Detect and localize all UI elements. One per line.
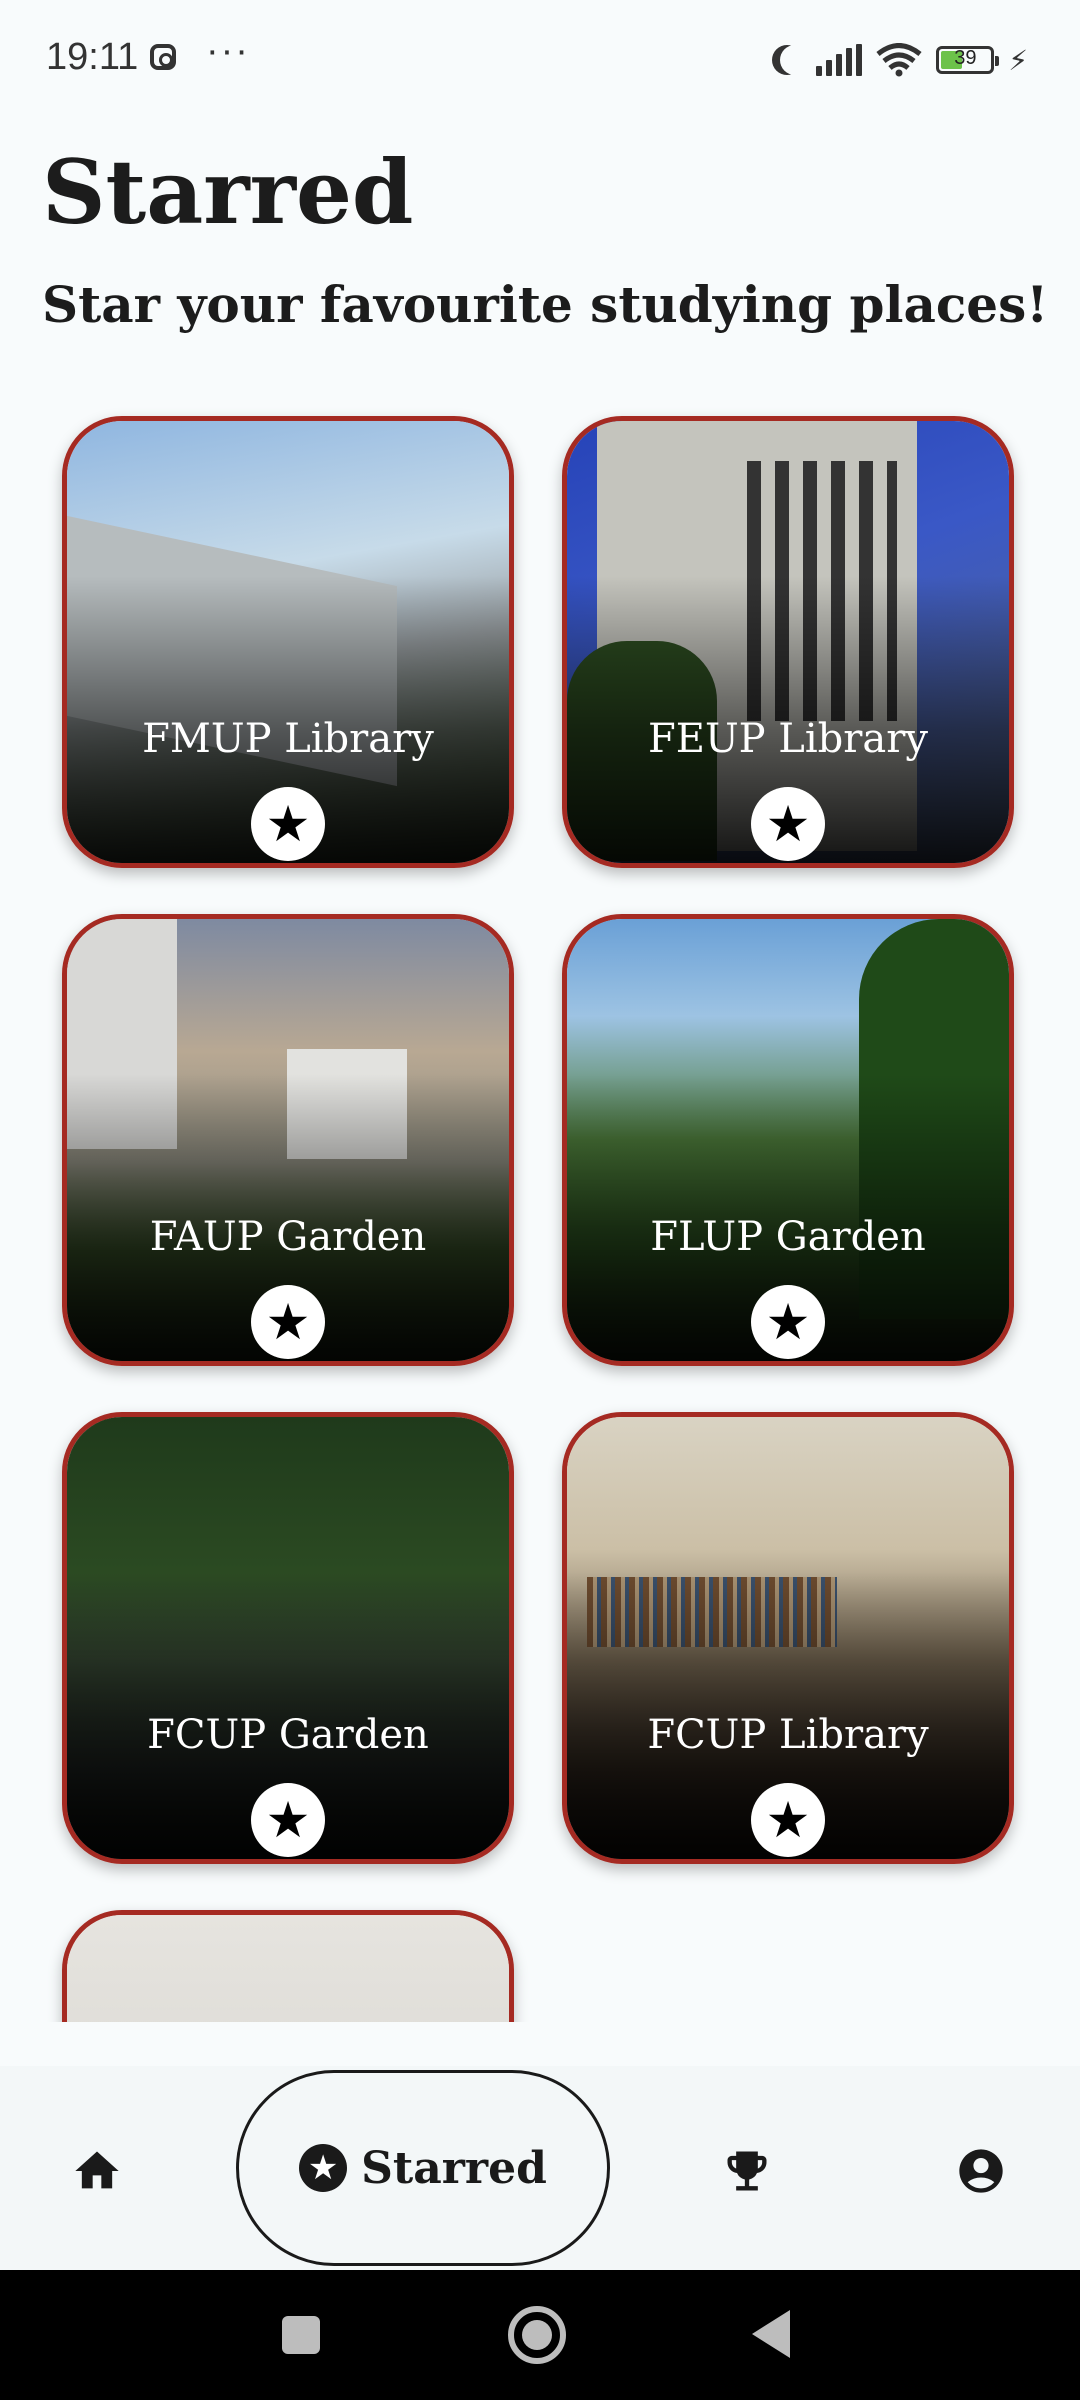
place-card[interactable]: FLUP Garden ★ (562, 914, 1014, 1366)
bottom-nav: ★ Starred (0, 2066, 1080, 2270)
star-icon: ★ (265, 1293, 311, 1351)
star-icon: ★ (299, 2144, 348, 2192)
status-time: 19:11 (46, 36, 139, 78)
nav-starred[interactable]: ★ Starred (236, 2070, 610, 2266)
battery-icon: 39 (936, 46, 1000, 74)
nav-profile[interactable] (946, 2136, 1016, 2206)
nav-leaderboard[interactable] (712, 2136, 782, 2206)
recents-button[interactable] (282, 2316, 320, 2354)
star-button[interactable]: ★ (251, 1285, 325, 1359)
place-card[interactable]: FAUP Garden ★ (62, 914, 514, 1366)
place-card[interactable]: FCUP Library ★ (562, 1412, 1014, 1864)
star-button[interactable]: ★ (751, 1783, 825, 1857)
page-subtitle: Star your favourite studying places! (42, 275, 1049, 334)
places-grid[interactable]: FMUP Library ★ FEUP Library ★ FAUP Garde… (0, 400, 1080, 2022)
profile-icon (959, 2149, 1003, 2193)
place-card[interactable]: FMUP Library ★ (62, 416, 514, 868)
star-button[interactable]: ★ (251, 787, 325, 861)
star-icon: ★ (765, 1791, 811, 1849)
place-photo (67, 1915, 509, 2022)
place-name: FLUP Garden (650, 1214, 926, 1260)
back-button[interactable] (752, 2310, 790, 2358)
status-bar: 19:11 ··· 39 ⚡ (0, 0, 1080, 120)
star-icon: ★ (765, 795, 811, 853)
battery-level: 39 (954, 47, 977, 69)
star-button[interactable]: ★ (251, 1783, 325, 1857)
nav-home[interactable] (62, 2136, 132, 2206)
signal-icon (816, 44, 863, 76)
more-notifications-icon: ··· (206, 30, 250, 72)
wifi-icon (876, 43, 922, 77)
system-nav-bar (0, 2270, 1080, 2400)
star-icon: ★ (765, 1293, 811, 1351)
place-card[interactable]: FCUP Garden ★ (62, 1412, 514, 1864)
star-icon: ★ (265, 1791, 311, 1849)
charging-icon: ⚡ (1008, 43, 1028, 77)
page-title: Starred (42, 140, 414, 244)
place-name: FCUP Garden (147, 1712, 429, 1758)
moon-icon (780, 45, 810, 75)
home-icon (75, 2151, 119, 2189)
trophy-icon (727, 2151, 767, 2191)
place-name: FMUP Library (142, 716, 434, 762)
place-name: FAUP Garden (149, 1214, 427, 1260)
star-button[interactable]: ★ (751, 787, 825, 861)
instagram-icon (150, 44, 176, 70)
star-button[interactable]: ★ (751, 1285, 825, 1359)
star-icon: ★ (265, 795, 311, 853)
place-name: FEUP Library (648, 716, 928, 762)
system-home-button[interactable] (508, 2306, 566, 2364)
place-card[interactable]: FEUP Library ★ (562, 416, 1014, 868)
place-name: FCUP Library (647, 1712, 929, 1758)
status-icons: 39 ⚡ (772, 38, 1028, 82)
place-card[interactable] (62, 1910, 514, 2022)
nav-starred-label: Starred (361, 2142, 547, 2194)
